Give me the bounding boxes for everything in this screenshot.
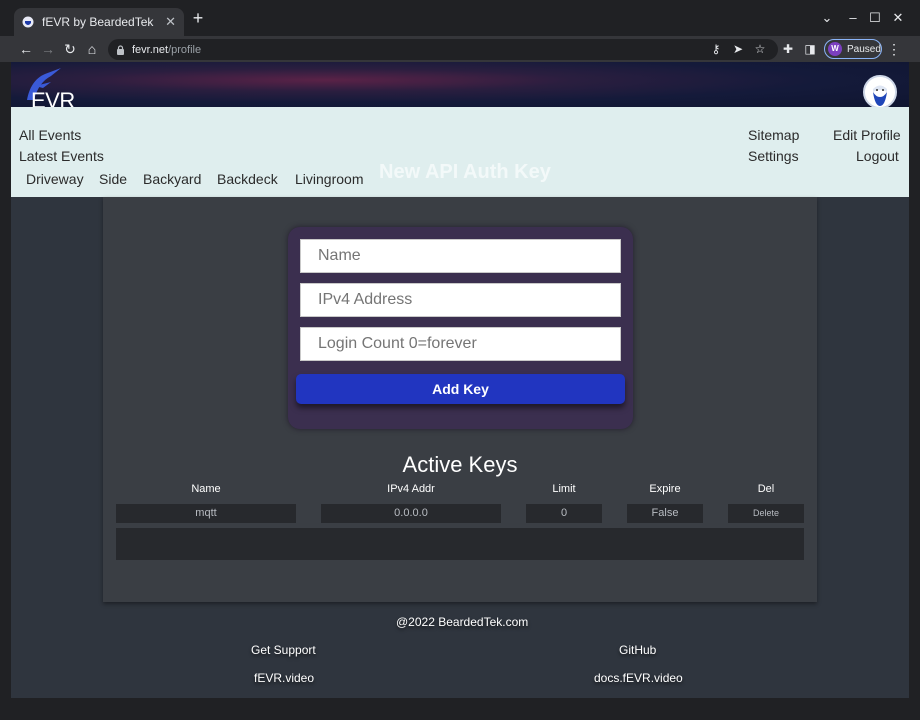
address-bar[interactable]: fevr.net/profile [108, 39, 778, 60]
bearded-avatar-icon [865, 77, 895, 107]
minimize-icon[interactable]: – [845, 10, 861, 26]
browser-toolbar: ← → ↻ ⌂ fevr.net/profile ⚷ ➤ ☆ ✚ ◨ W Pau… [0, 36, 920, 62]
key-name-input[interactable] [300, 239, 621, 273]
nav-all-events[interactable]: All Events [19, 127, 81, 143]
keys-table-footer [116, 528, 804, 560]
delete-key-button[interactable]: Delete [728, 504, 804, 523]
browser-tabstrip: fEVR by BeardedTek ✕ + ⌄ – ☐ ✕ [0, 0, 920, 36]
site-navbar: All Events Latest Events Driveway Side B… [11, 107, 909, 197]
login-count-input[interactable] [300, 327, 621, 361]
footer-get-support-link[interactable]: Get Support [251, 643, 316, 657]
maximize-icon[interactable]: ☐ [867, 10, 883, 26]
nav-sitemap[interactable]: Sitemap [748, 127, 799, 143]
forward-icon[interactable]: → [40, 41, 56, 57]
url-host: fevr.net [132, 43, 169, 56]
browser-tab[interactable]: fEVR by BeardedTek ✕ [14, 8, 184, 36]
key-row-ipv4: 0.0.0.0 [321, 504, 501, 523]
nav-logout[interactable]: Logout [856, 148, 899, 164]
url-path: /profile [168, 43, 202, 56]
nav-camera-driveway[interactable]: Driveway [26, 171, 84, 187]
tab-search-chevron-icon[interactable]: ⌄ [819, 10, 835, 26]
nav-camera-livingroom[interactable]: Livingroom [295, 171, 363, 187]
new-key-form: Add Key [288, 227, 633, 429]
nav-edit-profile[interactable]: Edit Profile [833, 127, 901, 143]
active-keys-title: Active Keys [402, 452, 518, 477]
side-panel-icon[interactable]: ◨ [802, 41, 818, 57]
send-icon[interactable]: ➤ [730, 41, 746, 57]
ipv4-address-input[interactable] [300, 283, 621, 317]
home-icon[interactable]: ⌂ [84, 41, 100, 57]
profile-button[interactable]: W Paused [824, 39, 882, 59]
tab-close-icon[interactable]: ✕ [165, 14, 176, 30]
password-key-icon[interactable]: ⚷ [708, 41, 724, 57]
key-row-name: mqtt [116, 504, 296, 523]
nav-camera-side[interactable]: Side [99, 171, 127, 187]
browser-menu-icon[interactable]: ⋮ [886, 41, 902, 57]
col-header-del: Del [757, 483, 775, 495]
section-title: New API Auth Key [379, 161, 551, 183]
col-header-name: Name [191, 483, 221, 495]
add-key-button[interactable]: Add Key [296, 374, 625, 404]
nav-settings[interactable]: Settings [748, 148, 799, 164]
key-row-limit: 0 [526, 504, 602, 523]
api-key-panel: Add Key Active Keys Name IPv4 Addr Limit… [103, 197, 817, 602]
footer-github-link[interactable]: GitHub [619, 643, 656, 657]
footer-copyright: @2022 BeardedTek.com [396, 615, 529, 629]
nav-latest-events[interactable]: Latest Events [19, 148, 104, 164]
col-header-expire: Expire [649, 483, 681, 495]
nav-camera-backdeck[interactable]: Backdeck [217, 171, 278, 187]
user-avatar[interactable] [863, 75, 897, 109]
nav-camera-backyard[interactable]: Backyard [143, 171, 201, 187]
site-favicon-icon [22, 16, 34, 28]
col-header-ipv4: IPv4 Addr [387, 483, 435, 495]
bookmark-star-icon[interactable]: ☆ [752, 41, 768, 57]
back-icon[interactable]: ← [18, 41, 34, 57]
key-row-expire: False [627, 504, 703, 523]
reload-icon[interactable]: ↻ [62, 41, 78, 57]
new-tab-icon[interactable]: + [190, 9, 206, 27]
extensions-puzzle-icon[interactable]: ✚ [780, 41, 796, 57]
site-banner: EVR [11, 62, 909, 113]
col-header-limit: Limit [552, 483, 576, 495]
footer-fevr-video-link[interactable]: fEVR.video [254, 671, 314, 685]
profile-status: Paused [847, 43, 881, 55]
page-viewport: EVR All Events Latest Events Driveway Si… [11, 62, 909, 698]
profile-avatar: W [828, 42, 842, 56]
tab-title: fEVR by BeardedTek [42, 15, 154, 29]
footer-docs-link[interactable]: docs.fEVR.video [594, 671, 683, 685]
lock-icon [117, 44, 124, 55]
window-close-icon[interactable]: ✕ [890, 10, 906, 26]
